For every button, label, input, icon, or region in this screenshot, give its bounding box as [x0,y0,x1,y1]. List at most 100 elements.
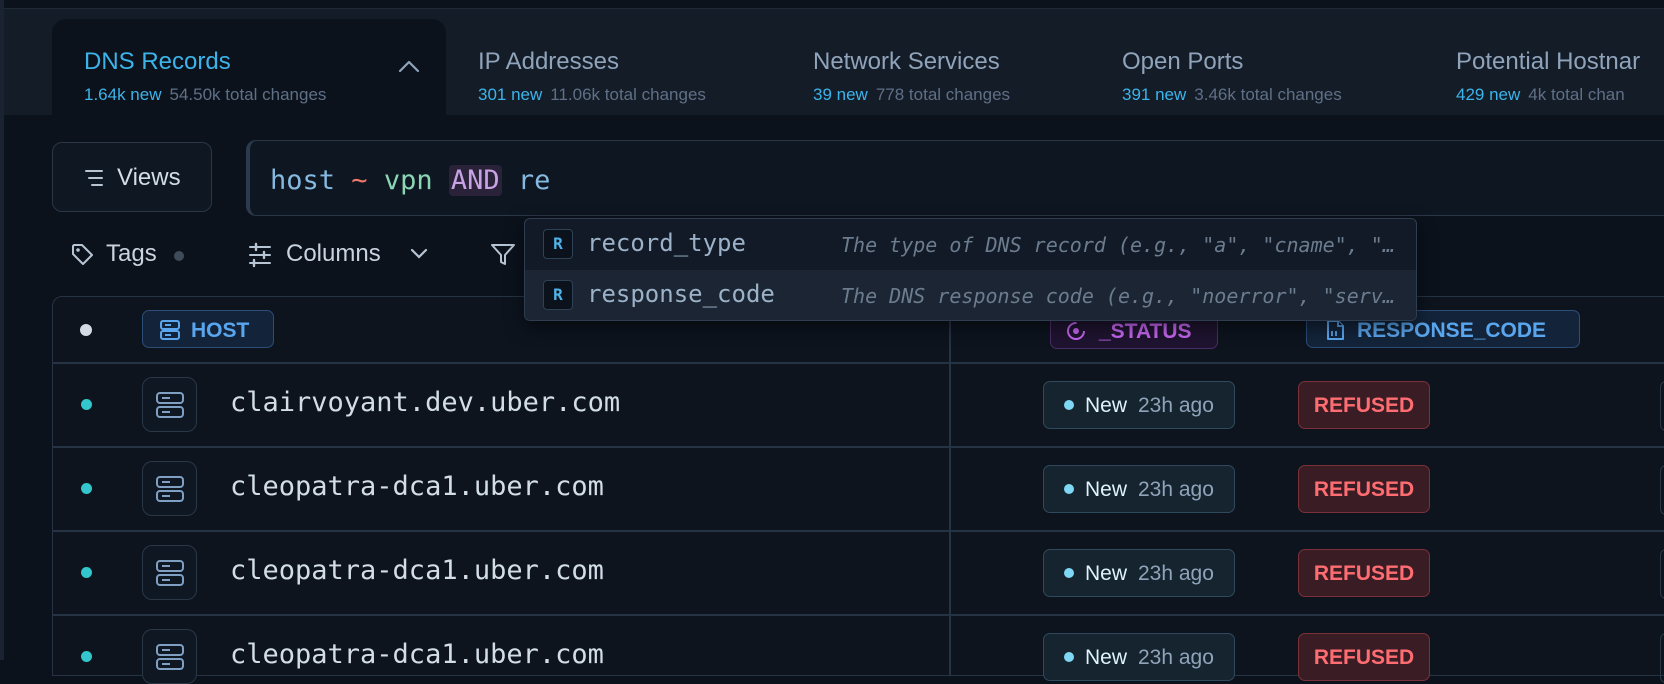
query-operator: ~ [351,165,368,196]
server-icon [156,392,184,418]
new-count: 391 new [1122,85,1187,104]
new-count: 301 new [478,85,543,104]
field-type-badge: R [543,280,573,310]
status-age: 23h ago [1138,394,1214,417]
response-code-badge: REFUSED [1298,465,1430,513]
status-badge: New 23h ago [1043,381,1235,429]
tab-title: Open Ports [1122,48,1244,75]
column-header-label: RESPONSE_CODE [1357,319,1547,342]
query-value: vpn [383,165,433,196]
server-icon [160,320,180,340]
tags-indicator-dot [174,251,184,261]
tab-title: IP Addresses [478,48,619,75]
tab-network-services[interactable]: Network Services 39 new 778 total changes [813,19,1073,115]
status-label: New [1085,394,1128,417]
tab-stats: 1.64k new 54.50k total changes [84,85,326,105]
response-code-value: REFUSED [1313,646,1415,669]
file-code-icon [1327,320,1344,340]
query-input[interactable]: host ~ vpn AND re [246,140,1664,216]
response-code-badge: REFUSED [1298,381,1430,429]
row-type-icon [142,461,197,516]
response-code-value: REFUSED [1313,562,1415,585]
autocomplete-dropdown: R record_type The type of DNS record (e.… [524,218,1417,321]
sliders-icon [249,242,271,268]
list-icon [85,170,103,186]
status-dot [1064,652,1074,662]
host-cell[interactable]: clairvoyant.dev.uber.com [230,387,620,418]
response-code-badge: REFUSED [1298,549,1430,597]
status-dot [1064,568,1074,578]
tab-potential-hostnames[interactable]: Potential Hostnar 429 new 4k total chan [1456,19,1664,115]
total-changes: 4k total chan [1528,85,1625,104]
tab-ip-addresses[interactable]: IP Addresses 301 new 11.06k total changes [478,19,768,115]
status-age: 23h ago [1138,478,1214,501]
response-code-value: REFUSED [1313,478,1415,501]
status-dot [1064,484,1074,494]
server-icon [156,476,184,502]
status-badge: New 23h ago [1043,633,1235,681]
tab-dns-records[interactable]: DNS Records 1.64k new 54.50k total change… [52,19,446,115]
total-changes: 3.46k total changes [1194,85,1342,104]
option-description: The type of DNS record (e.g., "a", "cnam… [841,233,1399,257]
column-header-label: _STATUS [1099,320,1192,343]
new-count: 429 new [1456,85,1521,104]
status-label: New [1085,646,1128,669]
autocomplete-option-record-type[interactable]: R record_type The type of DNS record (e.… [525,219,1416,269]
status-label: New [1085,478,1128,501]
response-code-badge: REFUSED [1298,633,1430,681]
views-label: Views [117,164,181,191]
next-column-cell [1660,633,1664,683]
tag-icon [72,244,93,265]
row-indicator-dot [81,399,92,410]
select-all-indicator[interactable] [80,324,92,336]
filter-icon [491,244,515,265]
row-indicator-dot [81,651,92,662]
tab-stats: 391 new 3.46k total changes [1122,85,1342,105]
option-name: record_type [587,229,746,257]
field-type-badge: R [543,229,573,259]
chevron-up-icon[interactable] [398,59,420,73]
row-indicator-dot [81,483,92,494]
host-cell[interactable]: cleopatra-dca1.uber.com [230,555,604,586]
category-tab-bar: DNS Records 1.64k new 54.50k total change… [4,9,1664,115]
tab-stats: 301 new 11.06k total changes [478,85,706,105]
columns-label: Columns [286,240,381,267]
tags-label: Tags [106,240,157,267]
query-field: host [270,165,336,196]
response-code-value: REFUSED [1313,394,1415,417]
column-header-host[interactable]: HOST [142,310,274,348]
views-button[interactable]: Views [52,142,212,212]
total-changes: 54.50k total changes [169,85,327,104]
total-changes: 778 total changes [875,85,1011,104]
tab-title: Potential Hostnar [1456,48,1641,75]
query-keyword: AND [448,165,502,196]
column-header-label: HOST [191,319,250,342]
row-divider [52,446,1664,448]
server-icon [156,644,184,670]
row-divider [52,362,1664,364]
tab-title: DNS Records [84,48,231,75]
total-changes: 11.06k total changes [550,85,706,104]
row-type-icon [142,377,197,432]
query-typed-text: re [517,165,551,196]
status-age: 23h ago [1138,646,1214,669]
next-column-cell [1660,465,1664,515]
next-column-cell [1660,549,1664,599]
status-label: New [1085,562,1128,585]
host-cell[interactable]: cleopatra-dca1.uber.com [230,471,604,502]
row-divider [52,530,1664,532]
server-icon [156,560,184,586]
host-cell[interactable]: cleopatra-dca1.uber.com [230,639,604,670]
status-badge: New 23h ago [1043,549,1235,597]
status-age: 23h ago [1138,562,1214,585]
option-name: response_code [587,280,775,308]
option-description: The DNS response code (e.g., "noerror", … [841,284,1399,308]
row-type-icon [142,545,197,600]
new-count: 39 new [813,85,868,104]
status-badge: New 23h ago [1043,465,1235,513]
row-type-icon [142,629,197,684]
tab-open-ports[interactable]: Open Ports 391 new 3.46k total changes [1122,19,1402,115]
chevron-down-icon [410,248,428,259]
tab-title: Network Services [813,48,1000,75]
autocomplete-option-response-code[interactable]: R response_code The DNS response code (e… [525,270,1416,320]
